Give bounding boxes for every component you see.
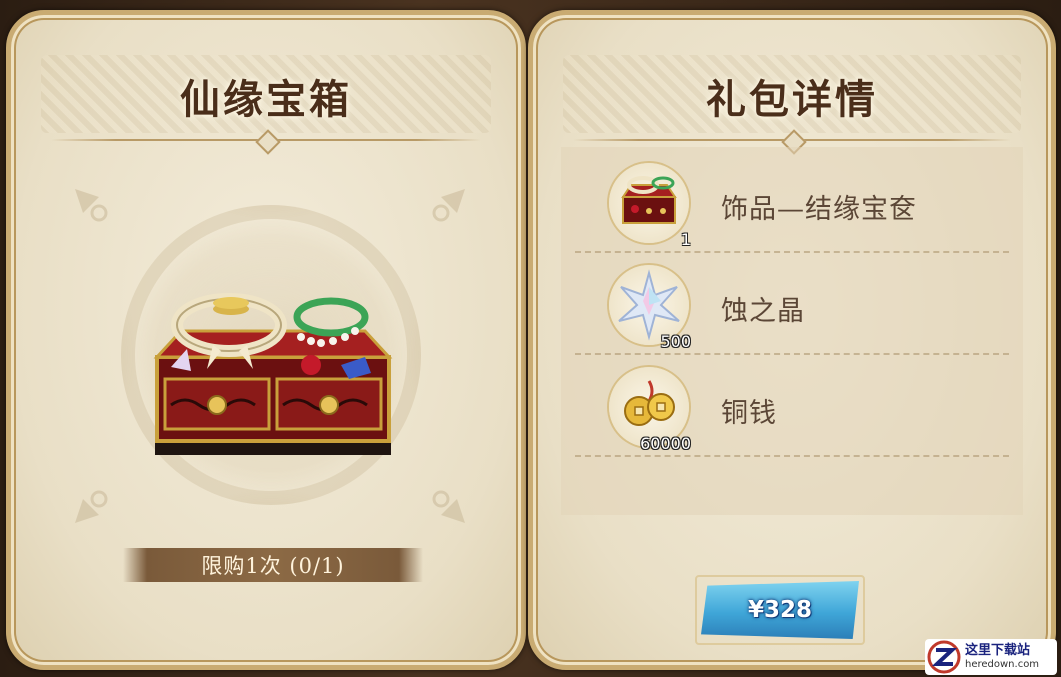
- copper-coins-icon[interactable]: 60000: [609, 367, 691, 453]
- purchase-limit-banner: 限购1次 (0/1): [123, 548, 423, 582]
- reward-item[interactable]: 500 蚀之晶: [561, 255, 1023, 355]
- site-logo-icon: [927, 640, 961, 674]
- reward-quantity: 1: [680, 230, 691, 249]
- dashed-divider: [575, 353, 1009, 355]
- site-watermark: 这里下载站 heredown.com: [925, 639, 1057, 675]
- header-diamond-ornament: [255, 129, 281, 155]
- reward-item[interactable]: 60000 铜钱: [561, 357, 1023, 457]
- reward-name: 铜钱: [721, 398, 777, 429]
- treasure-chest-icon[interactable]: [151, 287, 396, 462]
- cloud-ornament-icon: [432, 189, 465, 222]
- reward-name: 饰品—结缘宝奁: [721, 194, 917, 225]
- dashed-divider: [575, 455, 1009, 457]
- dashed-divider: [575, 251, 1009, 253]
- chest-title: 仙缘宝箱: [180, 76, 352, 123]
- crystal-star-icon[interactable]: 500: [609, 265, 691, 351]
- purchase-limit-text: 限购1次 (0/1): [201, 554, 345, 578]
- reward-name: 蚀之晶: [721, 296, 805, 327]
- details-title: 礼包详情: [706, 76, 878, 123]
- cloud-ornament-icon: [75, 189, 108, 222]
- reward-quantity: 500: [660, 332, 691, 351]
- watermark-cn-text: 这里下载站: [965, 643, 1031, 658]
- cloud-ornament-icon: [432, 490, 465, 523]
- reward-item[interactable]: 1 饰品—结缘宝奁: [561, 153, 1023, 253]
- watermark-en-text: heredown.com: [965, 659, 1040, 670]
- chest-panel: 仙缘宝箱 限购1次 (0/1): [6, 10, 526, 670]
- jewelry-box-icon[interactable]: 1: [609, 163, 691, 249]
- price-label: ¥328: [747, 597, 812, 623]
- cloud-ornament-icon: [75, 490, 108, 523]
- reward-list: 1 饰品—结缘宝奁 500 蚀之晶 60000 铜钱: [561, 147, 1023, 515]
- gift-details-panel: 礼包详情 1 饰品—结缘宝奁 500 蚀之晶 60000 铜钱 ¥328: [528, 10, 1056, 670]
- purchase-price-button[interactable]: ¥328: [701, 581, 859, 639]
- reward-quantity: 60000: [640, 434, 691, 453]
